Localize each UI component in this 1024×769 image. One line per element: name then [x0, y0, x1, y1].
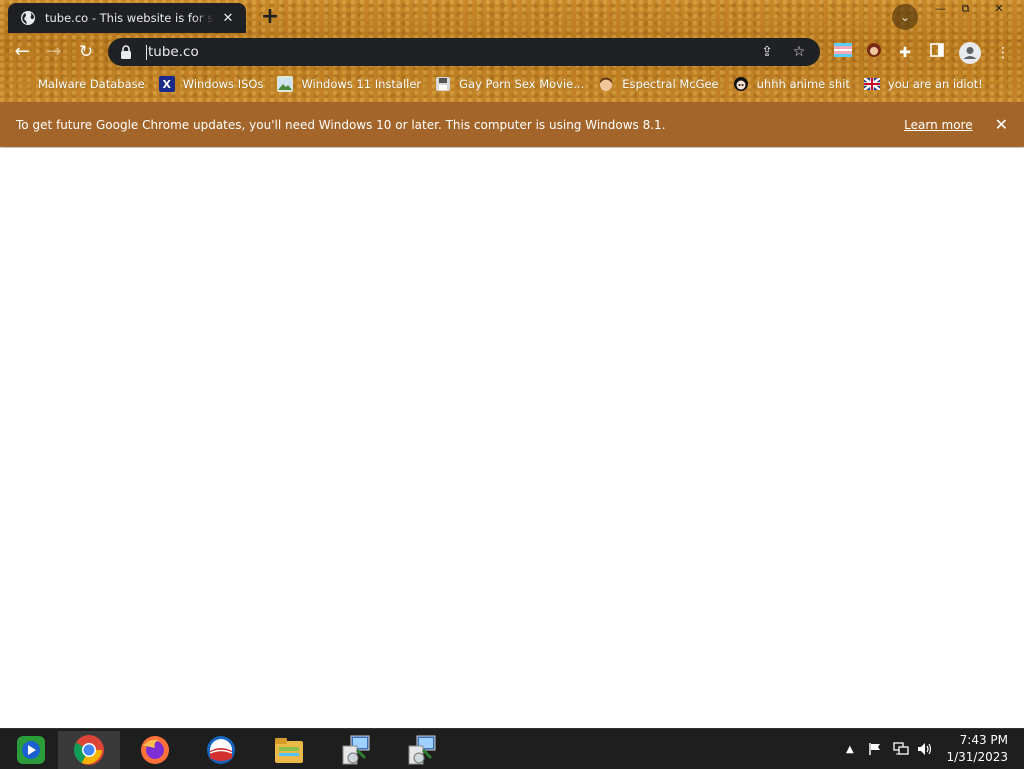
- bookmark-item[interactable]: Malware Database: [38, 77, 145, 91]
- bookmark-label: Windows ISOs: [182, 77, 264, 91]
- bookmark-item[interactable]: Gay Porn Sex Movie...: [435, 76, 584, 92]
- firefox-icon[interactable]: [124, 731, 186, 769]
- bookmark-item[interactable]: Windows 11 Installer: [277, 76, 421, 92]
- browser-frame: tube.co - This website is for sale! ✕ + …: [0, 0, 1024, 102]
- profile-icon[interactable]: [957, 42, 983, 64]
- bookmark-label: you are an idiot!: [887, 77, 983, 91]
- x-logo-icon: X: [158, 76, 175, 92]
- network-icon[interactable]: [893, 729, 909, 769]
- image-icon: [277, 76, 294, 92]
- tab-search-button[interactable]: ⌄: [892, 4, 918, 30]
- active-tab[interactable]: tube.co - This website is for sale! ✕: [8, 3, 246, 33]
- infobar-message: To get future Google Chrome updates, you…: [16, 117, 666, 132]
- bookmark-label: Malware Database: [38, 77, 145, 91]
- face-icon: [598, 76, 614, 92]
- installer-icon[interactable]: [324, 731, 386, 769]
- forward-button[interactable]: →: [42, 40, 66, 64]
- chrome-icon[interactable]: [58, 731, 120, 769]
- side-panel-icon[interactable]: [926, 42, 948, 64]
- bookmark-star-icon[interactable]: ☆: [788, 44, 810, 60]
- bookmark-label: Gay Porn Sex Movie...: [459, 77, 585, 91]
- share-icon[interactable]: ⇪: [756, 44, 778, 60]
- outlook-icon[interactable]: [190, 731, 252, 769]
- reload-button[interactable]: ↻: [74, 40, 98, 64]
- tab-close-icon[interactable]: ✕: [220, 11, 236, 26]
- volume-icon[interactable]: [917, 729, 933, 769]
- action-center-flag-icon[interactable]: [868, 729, 882, 769]
- avatar-extension-icon[interactable]: [863, 42, 885, 64]
- url-value: tube.co: [148, 44, 199, 60]
- page-content[interactable]: [0, 148, 1024, 728]
- text-cursor: [146, 44, 147, 60]
- installer-icon[interactable]: [390, 731, 452, 769]
- bookmark-label: Windows 11 Installer: [301, 77, 422, 91]
- bookmark-item[interactable]: X Windows ISOs: [158, 76, 264, 92]
- url-text[interactable]: tube.co: [146, 44, 746, 60]
- infobar-close-icon[interactable]: ✕: [995, 115, 1008, 134]
- taskbar: ▲ 7:43 PM 1/31/2023: [0, 728, 1024, 769]
- new-tab-button[interactable]: +: [258, 6, 282, 28]
- bookmark-item[interactable]: uhhh anime shit: [733, 76, 850, 92]
- toolbar: ← → ↻ tube.co ⇪ ☆ ✚ ⋮: [0, 34, 1024, 70]
- bookmarks-bar: Malware Database X Windows ISOs Windows …: [0, 72, 1024, 96]
- clock-date: 1/31/2023: [946, 750, 1008, 764]
- tab-title: tube.co - This website is for sale!: [45, 11, 214, 25]
- close-window-button[interactable]: ✕: [980, 1, 1018, 16]
- update-infobar: To get future Google Chrome updates, you…: [0, 102, 1024, 147]
- globe-icon: [21, 11, 35, 25]
- clock-time: 7:43 PM: [959, 733, 1008, 747]
- extensions-puzzle-icon[interactable]: ✚: [894, 42, 916, 64]
- back-button[interactable]: ←: [10, 40, 34, 64]
- bookmark-item[interactable]: Espectral McGee: [598, 76, 719, 92]
- windows-media-center-icon[interactable]: [0, 731, 62, 769]
- address-bar[interactable]: tube.co ⇪ ☆: [108, 38, 820, 66]
- file-explorer-icon[interactable]: [258, 731, 320, 769]
- learn-more-link[interactable]: Learn more: [904, 118, 972, 132]
- bookmark-label: Espectral McGee: [622, 77, 719, 91]
- maximize-button[interactable]: ⧉: [953, 1, 978, 16]
- minimize-button[interactable]: —: [928, 1, 953, 16]
- menu-kebab-icon[interactable]: ⋮: [992, 42, 1014, 64]
- bookmark-label: uhhh anime shit: [756, 77, 850, 91]
- lock-icon[interactable]: [120, 45, 132, 59]
- show-hidden-icons-button[interactable]: ▲: [846, 729, 854, 769]
- flag-icon: [863, 76, 880, 92]
- system-clock[interactable]: 7:43 PM 1/31/2023: [946, 732, 1008, 766]
- bookmark-item[interactable]: you are an idiot!: [863, 76, 983, 92]
- flag-extension-icon[interactable]: [832, 42, 854, 64]
- anime-face-icon: [733, 76, 749, 92]
- floppy-icon: [435, 76, 451, 92]
